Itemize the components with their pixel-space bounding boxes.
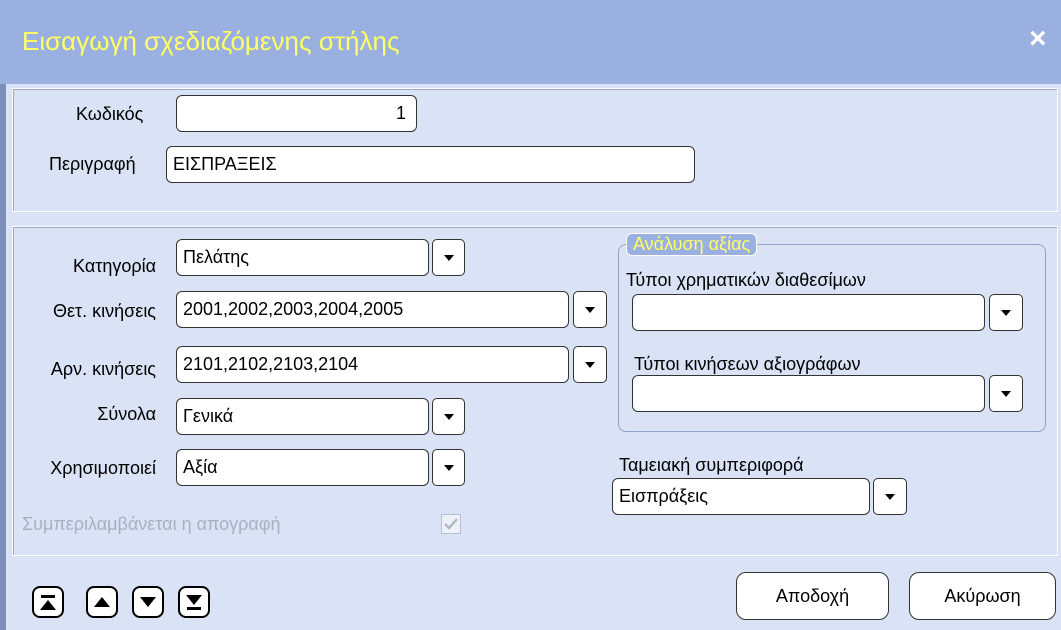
window-title: Εισαγωγή σχεδιαζόμενης στήλης [22,26,400,56]
cancel-button[interactable]: Ακύρωση [909,572,1056,620]
uses-select[interactable]: Αξία [176,449,429,486]
totals-select[interactable]: Γενικά [176,398,429,435]
description-value: ΕΙΣΠΡΑΞΕΙΣ [173,154,277,174]
code-label: Κωδικός [76,104,144,124]
category-chevron-down-icon[interactable] [432,239,465,276]
pos-moves-value: 2001,2002,2003,2004,2005 [183,299,404,319]
inventory-checkbox[interactable] [441,514,461,534]
cash-types-label: Τύποι χρηματικών διαθεσίμων [626,270,866,290]
neg-moves-select[interactable]: 2101,2102,2103,2104 [176,346,569,383]
previous-record-button[interactable] [86,586,118,618]
securities-select[interactable] [632,375,985,412]
window-left-border [0,84,6,630]
cash-behavior-select[interactable]: Εισπράξεις [612,478,870,515]
uses-chevron-down-icon[interactable] [432,449,465,486]
cash-behavior-label: Ταμειακή συμπεριφορά [619,455,804,475]
totals-label: Σύνολα [97,404,156,424]
category-value: Πελάτης [183,247,249,267]
totals-value: Γενικά [183,406,234,426]
close-icon[interactable]: × [1029,22,1047,56]
description-field[interactable]: ΕΙΣΠΡΑΞΕΙΣ [166,146,695,183]
up-arrow-icon [94,597,110,607]
inventory-label: Συμπεριλαμβάνεται η απογραφή [22,514,281,534]
pos-moves-select[interactable]: 2001,2002,2003,2004,2005 [176,291,569,328]
category-select[interactable]: Πελάτης [176,239,429,276]
uses-value: Αξία [183,457,218,477]
totals-chevron-down-icon[interactable] [432,398,465,435]
last-record-button[interactable] [178,586,210,618]
cash-types-chevron-down-icon[interactable] [989,294,1023,331]
cash-behavior-value: Εισπράξεις [619,486,708,506]
securities-chevron-down-icon[interactable] [989,375,1023,412]
check-icon [444,518,458,530]
cash-behavior-chevron-down-icon[interactable] [873,478,907,515]
first-record-button[interactable] [32,586,64,618]
first-arrow-icon [40,599,56,610]
analysis-legend: Ανάλυση αξίας [626,233,758,256]
down-arrow-icon [140,597,156,607]
next-record-button[interactable] [132,586,164,618]
pos-moves-label: Θετ. κινήσεις [53,301,156,321]
neg-moves-value: 2101,2102,2103,2104 [183,354,359,374]
code-field[interactable]: 1 [176,95,417,132]
accept-button[interactable]: Αποδοχή [736,572,889,620]
category-label: Κατηγορία [73,256,156,276]
uses-label: Χρησιμοποιεί [50,458,156,478]
cash-types-select[interactable] [632,294,985,331]
neg-moves-chevron-down-icon[interactable] [573,346,607,383]
neg-moves-label: Αρν. κινήσεις [50,359,156,379]
description-label: Περιγραφή [49,154,136,174]
securities-label: Τύποι κινήσεων αξιογράφων [634,354,861,374]
first-bar-icon [41,594,55,598]
pos-moves-chevron-down-icon[interactable] [573,291,607,328]
last-arrow-icon [186,594,202,605]
code-value: 1 [395,103,406,123]
last-bar-icon [187,606,201,610]
